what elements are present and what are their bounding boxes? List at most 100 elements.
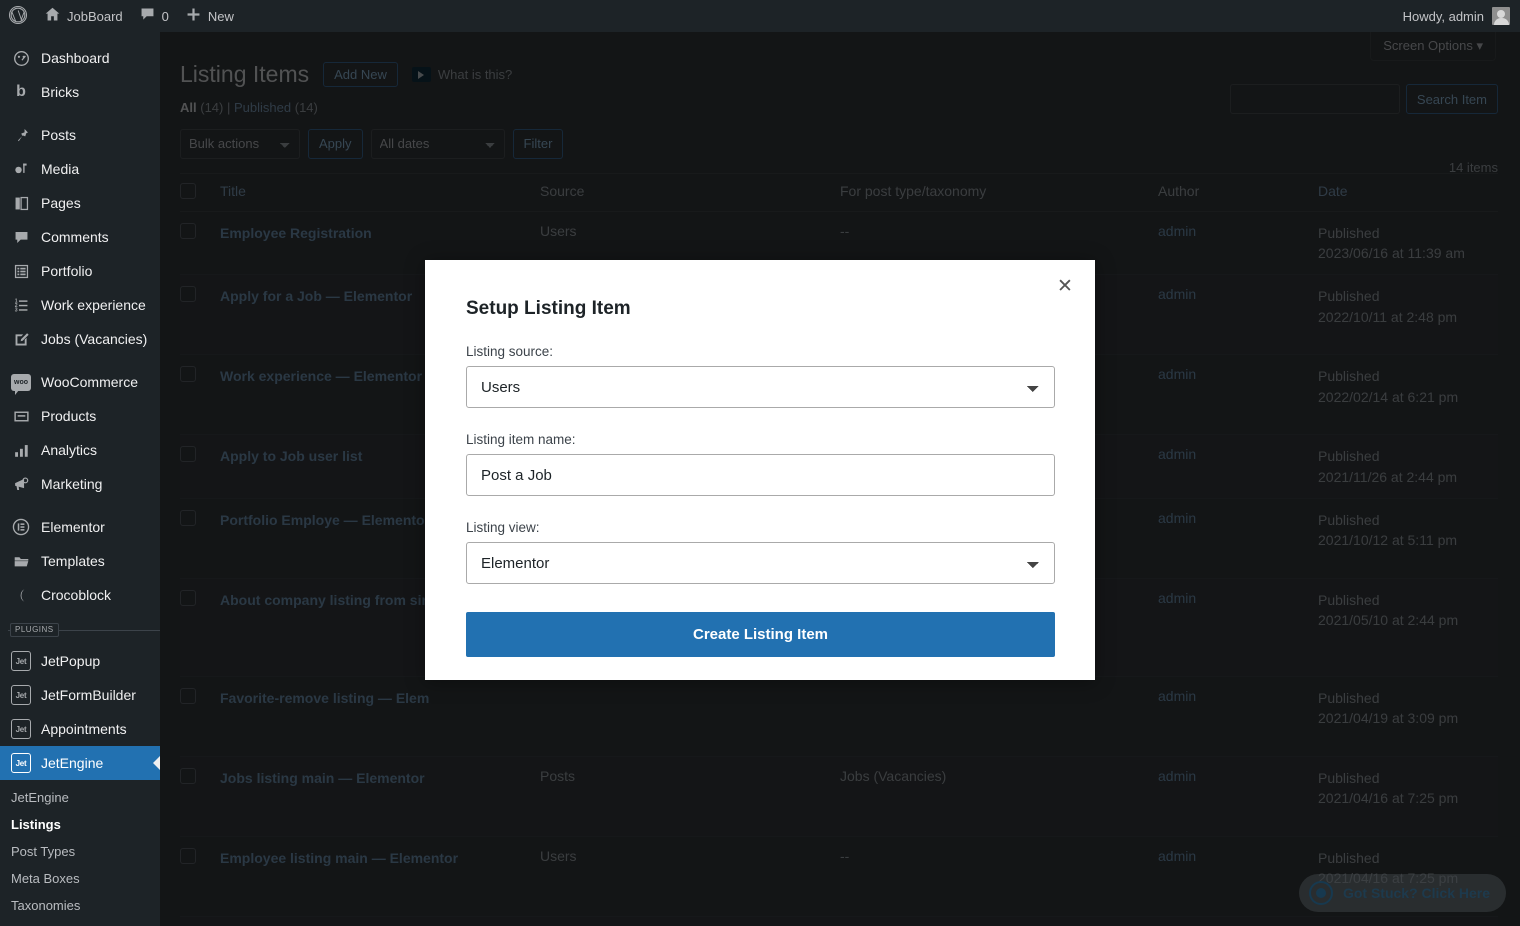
row-author-cell[interactable]: admin [1158, 355, 1318, 435]
row-checkbox-cell[interactable] [180, 916, 220, 926]
row-author-cell[interactable]: admin [1158, 578, 1318, 677]
row-checkbox[interactable] [180, 848, 196, 865]
got-stuck-widget[interactable]: Got Stuck? Click Here [1298, 874, 1506, 912]
row-checkbox[interactable] [180, 222, 196, 239]
row-checkbox-cell[interactable] [180, 756, 220, 837]
row-title-link[interactable]: Apply for a Job — Elementor [220, 288, 412, 304]
screen-options-toggle[interactable]: Screen Options ▾ [1370, 32, 1496, 61]
bulk-actions-select[interactable]: Bulk actions [180, 128, 300, 159]
row-author-cell[interactable]: admin [1158, 837, 1318, 917]
sidebar-item-pages[interactable]: Pages [0, 186, 160, 220]
sidebar-item-appointments[interactable]: Jet Appointments [0, 712, 160, 746]
filter-link-published[interactable]: Published [234, 100, 291, 115]
row-author-cell[interactable]: admin [1158, 756, 1318, 837]
row-title-link[interactable]: Favorite-remove listing — Elem [220, 690, 429, 706]
column-header-date[interactable]: Date [1318, 172, 1498, 212]
sidebar-item-posts[interactable]: Posts [0, 118, 160, 152]
row-title-cell[interactable]: Jobs listing main — Elementor [220, 756, 540, 837]
comments-button[interactable]: 0 [131, 0, 177, 32]
row-author-cell[interactable]: admin [1158, 916, 1318, 926]
row-checkbox[interactable] [180, 590, 196, 607]
row-author-link[interactable]: admin [1158, 223, 1196, 239]
table-row[interactable]: Favorite-remove listing — Elem admin Pub… [180, 677, 1498, 757]
search-input[interactable] [1229, 84, 1400, 114]
row-author-cell[interactable]: admin [1158, 677, 1318, 757]
filter-link-all[interactable]: All [180, 100, 197, 115]
row-author-link[interactable]: admin [1158, 848, 1196, 864]
table-row[interactable]: Jobs listing main — Elementor Posts Jobs… [180, 756, 1498, 837]
select-all-checkbox[interactable] [180, 182, 196, 199]
new-content-button[interactable]: New [177, 0, 242, 32]
row-checkbox[interactable] [180, 366, 196, 383]
row-author-link[interactable]: admin [1158, 510, 1196, 526]
create-listing-item-button[interactable]: Create Listing Item [466, 612, 1055, 657]
date-filter-select[interactable]: All dates [370, 128, 505, 159]
row-checkbox-cell[interactable] [180, 578, 220, 677]
sidebar-item-comments[interactable]: Comments [0, 220, 160, 254]
row-author-link[interactable]: admin [1158, 366, 1196, 382]
row-checkbox-cell[interactable] [180, 274, 220, 355]
sidebar-item-crocoblock[interactable]: Crocoblock [0, 578, 160, 612]
table-row[interactable]: Employee listing main — Elementor Users … [180, 837, 1498, 917]
row-author-cell[interactable]: admin [1158, 274, 1318, 355]
listing-item-name-input[interactable] [466, 454, 1055, 496]
listing-view-select[interactable]: Elementor [466, 542, 1055, 584]
row-author-cell[interactable]: admin [1158, 211, 1318, 275]
row-checkbox-cell[interactable] [180, 211, 220, 275]
row-checkbox-cell[interactable] [180, 499, 220, 579]
howdy-label[interactable]: Howdy, admin [1403, 9, 1484, 24]
submenu-item-post-types[interactable]: Post Types [0, 838, 160, 865]
row-title-cell[interactable]: Employee listing main — Elementor [220, 837, 540, 917]
row-author-link[interactable]: admin [1158, 446, 1196, 462]
row-checkbox-cell[interactable] [180, 355, 220, 435]
sidebar-item-woocommerce[interactable]: woo WooCommerce [0, 365, 160, 399]
row-title-link[interactable]: Portfolio Employe — Elementor [220, 512, 430, 528]
site-name-button[interactable]: JobBoard [36, 0, 131, 32]
row-title-link[interactable]: Employee Registration [220, 225, 372, 241]
sidebar-item-work-experience[interactable]: 123 Work experience [0, 288, 160, 322]
select-all-header[interactable] [180, 172, 220, 212]
row-checkbox[interactable] [180, 768, 196, 785]
sidebar-item-media[interactable]: Media [0, 152, 160, 186]
row-checkbox[interactable] [180, 446, 196, 463]
close-icon[interactable]: ✕ [1051, 272, 1079, 300]
row-title-cell[interactable]: Favorite-remove listing — Elem [220, 677, 540, 757]
sidebar-item-dashboard[interactable]: Dashboard [0, 41, 160, 75]
sidebar-item-jetengine[interactable]: Jet JetEngine [0, 746, 160, 780]
row-author-link[interactable]: admin [1158, 590, 1196, 606]
wordpress-logo-button[interactable] [0, 0, 36, 32]
row-checkbox-cell[interactable] [180, 837, 220, 917]
what-is-this-link[interactable]: What is this? [411, 67, 512, 83]
row-title-cell[interactable]: Jobs listing 2 — Elementor [220, 916, 540, 926]
row-checkbox-cell[interactable] [180, 434, 220, 499]
add-new-button[interactable]: Add New [323, 62, 398, 88]
row-checkbox[interactable] [180, 510, 196, 527]
sidebar-item-marketing[interactable]: Marketing [0, 467, 160, 501]
sidebar-item-templates[interactable]: Templates [0, 544, 160, 578]
sidebar-item-jetformbuilder[interactable]: Jet JetFormBuilder [0, 678, 160, 712]
row-author-link[interactable]: admin [1158, 286, 1196, 302]
row-title-link[interactable]: Jobs listing main — Elementor [220, 770, 425, 786]
row-checkbox-cell[interactable] [180, 677, 220, 757]
row-checkbox[interactable] [180, 688, 196, 705]
column-header-title[interactable]: Title [220, 172, 540, 212]
sidebar-item-portfolio[interactable]: Portfolio [0, 254, 160, 288]
sidebar-item-analytics[interactable]: Analytics [0, 433, 160, 467]
avatar-icon[interactable] [1492, 7, 1510, 25]
row-title-link[interactable]: Employee listing main — Elementor [220, 850, 458, 866]
submenu-item-listings[interactable]: Listings [0, 811, 160, 838]
sidebar-item-elementor[interactable]: Elementor [0, 510, 160, 544]
submenu-item-taxonomies[interactable]: Taxonomies [0, 892, 160, 919]
sidebar-item-bricks[interactable]: b Bricks [0, 75, 160, 109]
row-author-link[interactable]: admin [1158, 768, 1196, 784]
sidebar-item-jobs-vacancies[interactable]: Jobs (Vacancies) [0, 322, 160, 356]
search-item-button[interactable]: Search Item [1405, 84, 1498, 114]
table-row[interactable]: Jobs listing 2 — Elementor Posts Jobs (V… [180, 916, 1498, 926]
filter-button[interactable]: Filter [512, 128, 564, 159]
submenu-item-meta-boxes[interactable]: Meta Boxes [0, 865, 160, 892]
apply-button[interactable]: Apply [308, 128, 363, 159]
sidebar-item-jetpopup[interactable]: Jet JetPopup [0, 644, 160, 678]
row-title-link[interactable]: Apply to Job user list [220, 448, 362, 464]
submenu-item-jetengine[interactable]: JetEngine [0, 784, 160, 811]
row-checkbox[interactable] [180, 286, 196, 303]
